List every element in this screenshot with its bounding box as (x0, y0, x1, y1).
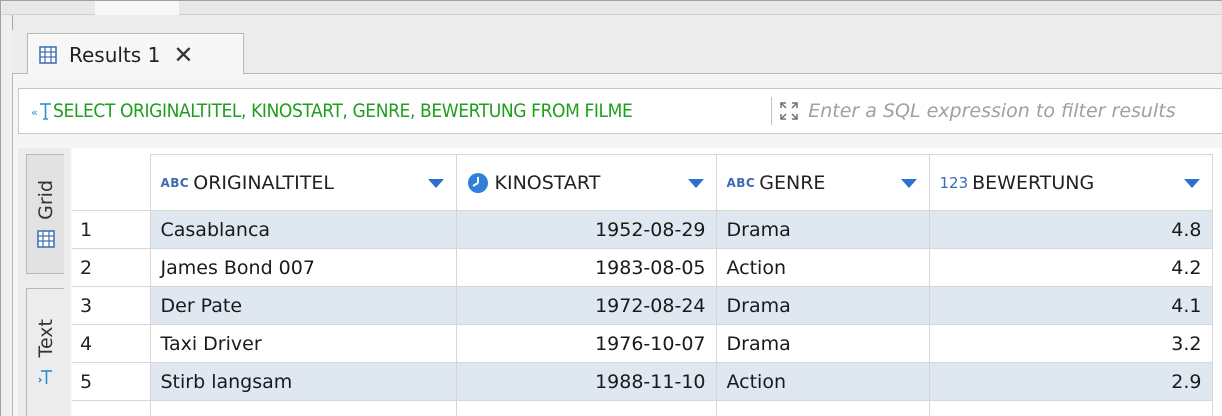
cell-originaltitel[interactable]: Stirb langsam (149, 362, 457, 401)
row-number[interactable]: 5 (72, 362, 151, 401)
row-number[interactable]: 3 (72, 286, 151, 325)
column-header-kinostart[interactable]: KINOSTART (455, 154, 717, 211)
results-tabbar: Results 1 ✕ (12, 30, 1222, 75)
string-type-icon: ABC (160, 175, 190, 190)
dropdown-arrow-icon[interactable] (686, 176, 706, 190)
sql-query-text[interactable]: SELECT ORIGINALTITEL, KINOSTART, GENRE, … (53, 100, 767, 122)
editor-tab-strip (2, 1, 1222, 15)
cell-genre[interactable]: Action (715, 248, 930, 287)
text-view-icon (38, 369, 52, 384)
filter-input[interactable] (808, 96, 1222, 126)
cell-bewertung[interactable]: 2.9 (928, 362, 1213, 401)
cell-bewertung[interactable]: 4.8 (928, 210, 1213, 249)
empty-row (72, 400, 1213, 416)
grid-icon (39, 45, 57, 64)
filter-separator (771, 97, 773, 125)
cell-kinostart[interactable]: 1988-11-10 (455, 362, 717, 401)
close-icon[interactable]: ✕ (173, 43, 193, 67)
results-grid: ABC ORIGINALTITEL KINOSTART ABC GENRE 12… (72, 148, 1222, 416)
sql-query-icon: « (31, 103, 51, 120)
expand-icon[interactable] (778, 100, 800, 122)
row-number[interactable]: 2 (72, 248, 151, 287)
text-view-tab[interactable]: Text (26, 288, 64, 416)
results-tab-label: Results 1 (69, 42, 161, 67)
clock-icon (467, 172, 488, 193)
header-row: ABC ORIGINALTITEL KINOSTART ABC GENRE 12… (72, 154, 1213, 211)
empty-cell (928, 400, 1213, 416)
table-grid-icon (36, 230, 55, 248)
cell-kinostart[interactable]: 1972-08-24 (455, 286, 717, 325)
cell-genre[interactable]: Drama (715, 286, 930, 325)
table-row[interactable]: 4 Taxi Driver 1976-10-07 Drama 3.2 (72, 324, 1213, 363)
column-name: ORIGINALTITEL (193, 171, 334, 194)
dropdown-arrow-icon[interactable] (899, 176, 919, 190)
cell-kinostart[interactable]: 1983-08-05 (455, 248, 717, 287)
dropdown-arrow-icon[interactable] (1182, 176, 1202, 190)
empty-cell (72, 400, 151, 416)
column-header-bewertung[interactable]: 123 BEWERTUNG (928, 154, 1213, 211)
table-row[interactable]: 1 Casablanca 1952-08-29 Drama 4.8 (72, 210, 1213, 249)
grid-view-label: Grid (34, 180, 57, 220)
cell-originaltitel[interactable]: Taxi Driver (149, 324, 457, 363)
cell-bewertung[interactable]: 4.2 (928, 248, 1213, 287)
cell-kinostart[interactable]: 1976-10-07 (455, 324, 717, 363)
results-table: ABC ORIGINALTITEL KINOSTART ABC GENRE 12… (72, 154, 1213, 416)
table-row[interactable]: 2 James Bond 007 1983-08-05 Action 4.2 (72, 248, 1213, 287)
empty-cell (149, 400, 457, 416)
column-header-originaltitel[interactable]: ABC ORIGINALTITEL (149, 154, 457, 211)
cell-genre[interactable]: Action (715, 362, 930, 401)
row-number[interactable]: 1 (72, 210, 151, 249)
empty-cell (715, 400, 930, 416)
view-mode-sidebar: Grid Text (18, 148, 70, 416)
results-tab[interactable]: Results 1 ✕ (27, 33, 244, 75)
dropdown-arrow-icon[interactable] (426, 176, 446, 190)
string-type-icon: ABC (726, 175, 756, 190)
cell-genre[interactable]: Drama (715, 324, 930, 363)
column-name: BEWERTUNG (972, 171, 1095, 194)
cell-originaltitel[interactable]: Der Pate (149, 286, 457, 325)
text-view-label: Text (34, 319, 57, 358)
numeric-type-icon: 123 (939, 173, 969, 192)
cell-bewertung[interactable]: 3.2 (928, 324, 1213, 363)
cell-bewertung[interactable]: 4.1 (928, 286, 1213, 325)
cell-originaltitel[interactable]: Casablanca (149, 210, 457, 249)
column-name: GENRE (759, 171, 826, 194)
editor-tab-stub[interactable] (95, 1, 179, 15)
column-header-genre[interactable]: ABC GENRE (715, 154, 930, 211)
header-corner (72, 154, 151, 211)
table-row[interactable]: 3 Der Pate 1972-08-24 Drama 4.1 (72, 286, 1213, 325)
table-row[interactable]: 5 Stirb langsam 1988-11-10 Action 2.9 (72, 362, 1213, 401)
column-name: KINOSTART (494, 171, 601, 194)
filter-bar: « SELECT ORIGINALTITEL, KINOSTART, GENRE… (18, 88, 1222, 134)
svg-text:«: « (31, 106, 38, 119)
empty-cell (455, 400, 717, 416)
grid-view-tab[interactable]: Grid (26, 154, 64, 274)
row-number[interactable]: 4 (72, 324, 151, 363)
cell-kinostart[interactable]: 1952-08-29 (455, 210, 717, 249)
cell-genre[interactable]: Drama (715, 210, 930, 249)
cell-originaltitel[interactable]: James Bond 007 (149, 248, 457, 287)
